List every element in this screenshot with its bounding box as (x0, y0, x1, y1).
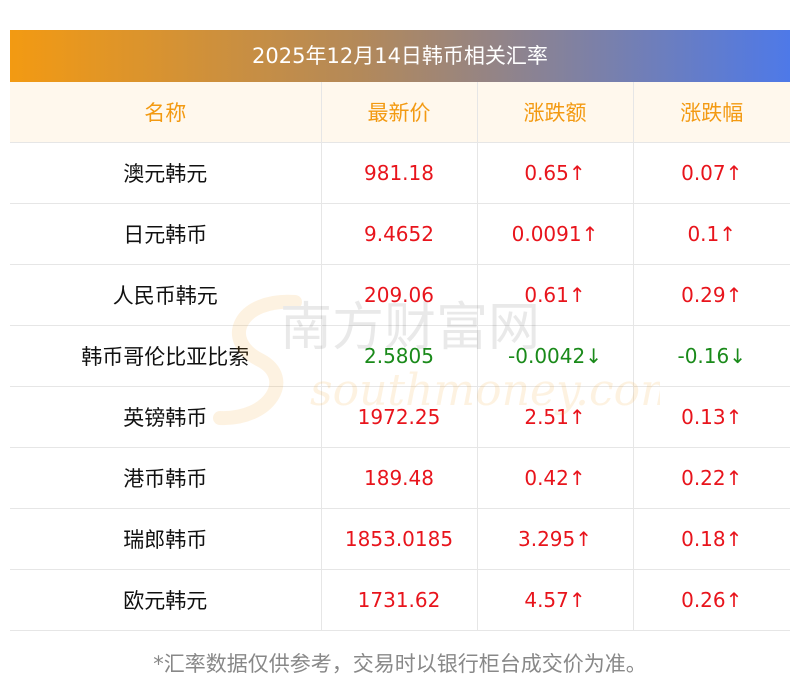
cell-name: 瑞郎韩币 (10, 508, 322, 570)
cell-price: 981.18 (321, 142, 478, 204)
cell-price: 1972.25 (321, 386, 478, 448)
cell-change: 0.61↑ (477, 264, 634, 326)
cell-pct: 0.07↑ (633, 142, 790, 204)
cell-price: 1731.62 (321, 569, 478, 631)
cell-pct: 0.22↑ (633, 447, 790, 509)
cell-change: 0.42↑ (477, 447, 634, 509)
table-row: 日元韩币 9.4652 0.0091↑ 0.1↑ (10, 203, 790, 265)
header-change: 涨跌额 (477, 82, 634, 143)
table-body: 澳元韩元 981.18 0.65↑ 0.07↑ 日元韩币 9.4652 0.00… (10, 142, 790, 631)
cell-change: 3.295↑ (477, 508, 634, 570)
table-row: 港币韩币 189.48 0.42↑ 0.22↑ (10, 447, 790, 509)
table-row: 瑞郎韩币 1853.0185 3.295↑ 0.18↑ (10, 508, 790, 570)
cell-name: 韩币哥伦比亚比索 (10, 325, 322, 387)
exchange-rate-table: 名称 最新价 涨跌额 涨跌幅 澳元韩元 981.18 0.65↑ 0.07↑ 日… (10, 82, 790, 631)
cell-change: 0.65↑ (477, 142, 634, 204)
cell-price: 2.5805 (321, 325, 478, 387)
table-row: 英镑韩币 1972.25 2.51↑ 0.13↑ (10, 386, 790, 448)
cell-change: -0.0042↓ (477, 325, 634, 387)
table-row: 人民币韩元 209.06 0.61↑ 0.29↑ (10, 264, 790, 326)
table-row: 欧元韩元 1731.62 4.57↑ 0.26↑ (10, 569, 790, 631)
cell-price: 9.4652 (321, 203, 478, 265)
cell-name: 港币韩币 (10, 447, 322, 509)
header-pct: 涨跌幅 (633, 82, 790, 143)
cell-change: 2.51↑ (477, 386, 634, 448)
cell-name: 欧元韩元 (10, 569, 322, 631)
cell-name: 人民币韩元 (10, 264, 322, 326)
disclaimer-footnote: *汇率数据仅供参考，交易时以银行柜台成交价为准。 (153, 652, 647, 676)
cell-name: 英镑韩币 (10, 386, 322, 448)
cell-change: 0.0091↑ (477, 203, 634, 265)
cell-change: 4.57↑ (477, 569, 634, 631)
cell-pct: 0.1↑ (633, 203, 790, 265)
table-title: 2025年12月14日韩币相关汇率 (10, 30, 790, 82)
cell-name: 日元韩币 (10, 203, 322, 265)
cell-price: 209.06 (321, 264, 478, 326)
header-name: 名称 (10, 82, 322, 143)
exchange-rate-card: 2025年12月14日韩币相关汇率 名称 最新价 涨跌额 涨跌幅 澳元韩元 98… (10, 30, 790, 631)
header-price: 最新价 (321, 82, 478, 143)
cell-pct: 0.18↑ (633, 508, 790, 570)
cell-pct: 0.29↑ (633, 264, 790, 326)
cell-name: 澳元韩元 (10, 142, 322, 204)
table-header-row: 名称 最新价 涨跌额 涨跌幅 (10, 82, 790, 143)
cell-pct: -0.16↓ (633, 325, 790, 387)
table-row: 澳元韩元 981.18 0.65↑ 0.07↑ (10, 142, 790, 204)
cell-pct: 0.26↑ (633, 569, 790, 631)
cell-price: 189.48 (321, 447, 478, 509)
table-row: 韩币哥伦比亚比索 2.5805 -0.0042↓ -0.16↓ (10, 325, 790, 387)
cell-pct: 0.13↑ (633, 386, 790, 448)
cell-price: 1853.0185 (321, 508, 478, 570)
